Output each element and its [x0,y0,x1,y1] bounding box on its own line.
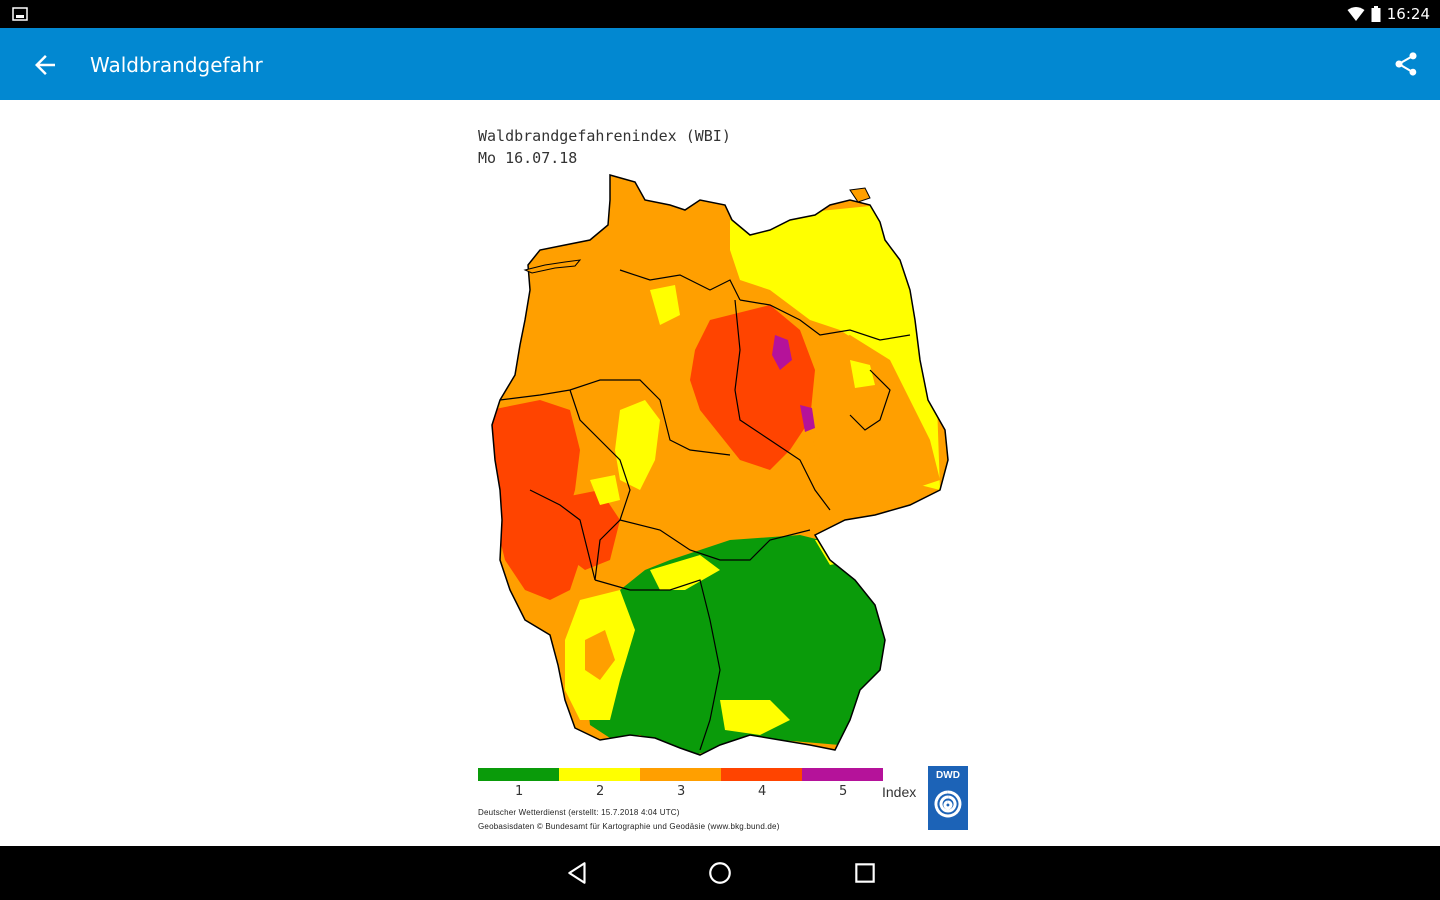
legend-tick-4: 4 [758,784,767,799]
status-icons: 16:24 [1347,4,1430,24]
legend-swatch-1 [478,768,559,781]
wifi-icon [1347,7,1365,21]
credit-geodata: Geobasisdaten © Bundesamt für Kartograph… [478,822,780,831]
legend-tick-5: 5 [839,784,848,799]
battery-icon [1371,6,1381,22]
legend-swatch-4 [721,768,802,781]
legend-tick-2: 2 [596,784,605,799]
legend-swatch-5 [802,768,883,781]
dwd-logo-text: DWD [936,770,960,781]
page-title: Waldbrandgefahr [90,53,263,77]
share-icon[interactable] [1392,50,1420,78]
navigation-bar [0,846,1440,900]
legend-swatch-3 [640,768,721,781]
status-time: 16:24 [1386,5,1430,23]
status-bar: 16:24 [0,0,1440,28]
dwd-logo: DWD [928,766,968,830]
legend-index-label: Index [882,784,917,800]
back-arrow-icon[interactable] [30,50,60,80]
legend: 1 2 3 4 5 Index Deutscher Wetterdienst (… [478,766,978,846]
legend-color-bar [478,768,883,781]
map-title-line1: Waldbrandgefahrenindex (WBI) [478,127,731,145]
legend-swatch-2 [559,768,640,781]
screenshot-notification-icon [12,7,28,21]
legend-tick-3: 3 [677,784,686,799]
nav-back-icon[interactable] [565,860,591,886]
credit-dwd: Deutscher Wetterdienst (erstellt: 15.7.2… [478,808,680,817]
nav-home-icon[interactable] [707,860,733,886]
nav-recents-icon[interactable] [852,860,878,886]
app-bar: Waldbrandgefahr [0,28,1440,100]
legend-tick-1: 1 [515,784,524,799]
fire-danger-map [491,174,949,756]
map-content: Waldbrandgefahrenindex (WBI) Mo 16.07.18 [0,100,1440,846]
